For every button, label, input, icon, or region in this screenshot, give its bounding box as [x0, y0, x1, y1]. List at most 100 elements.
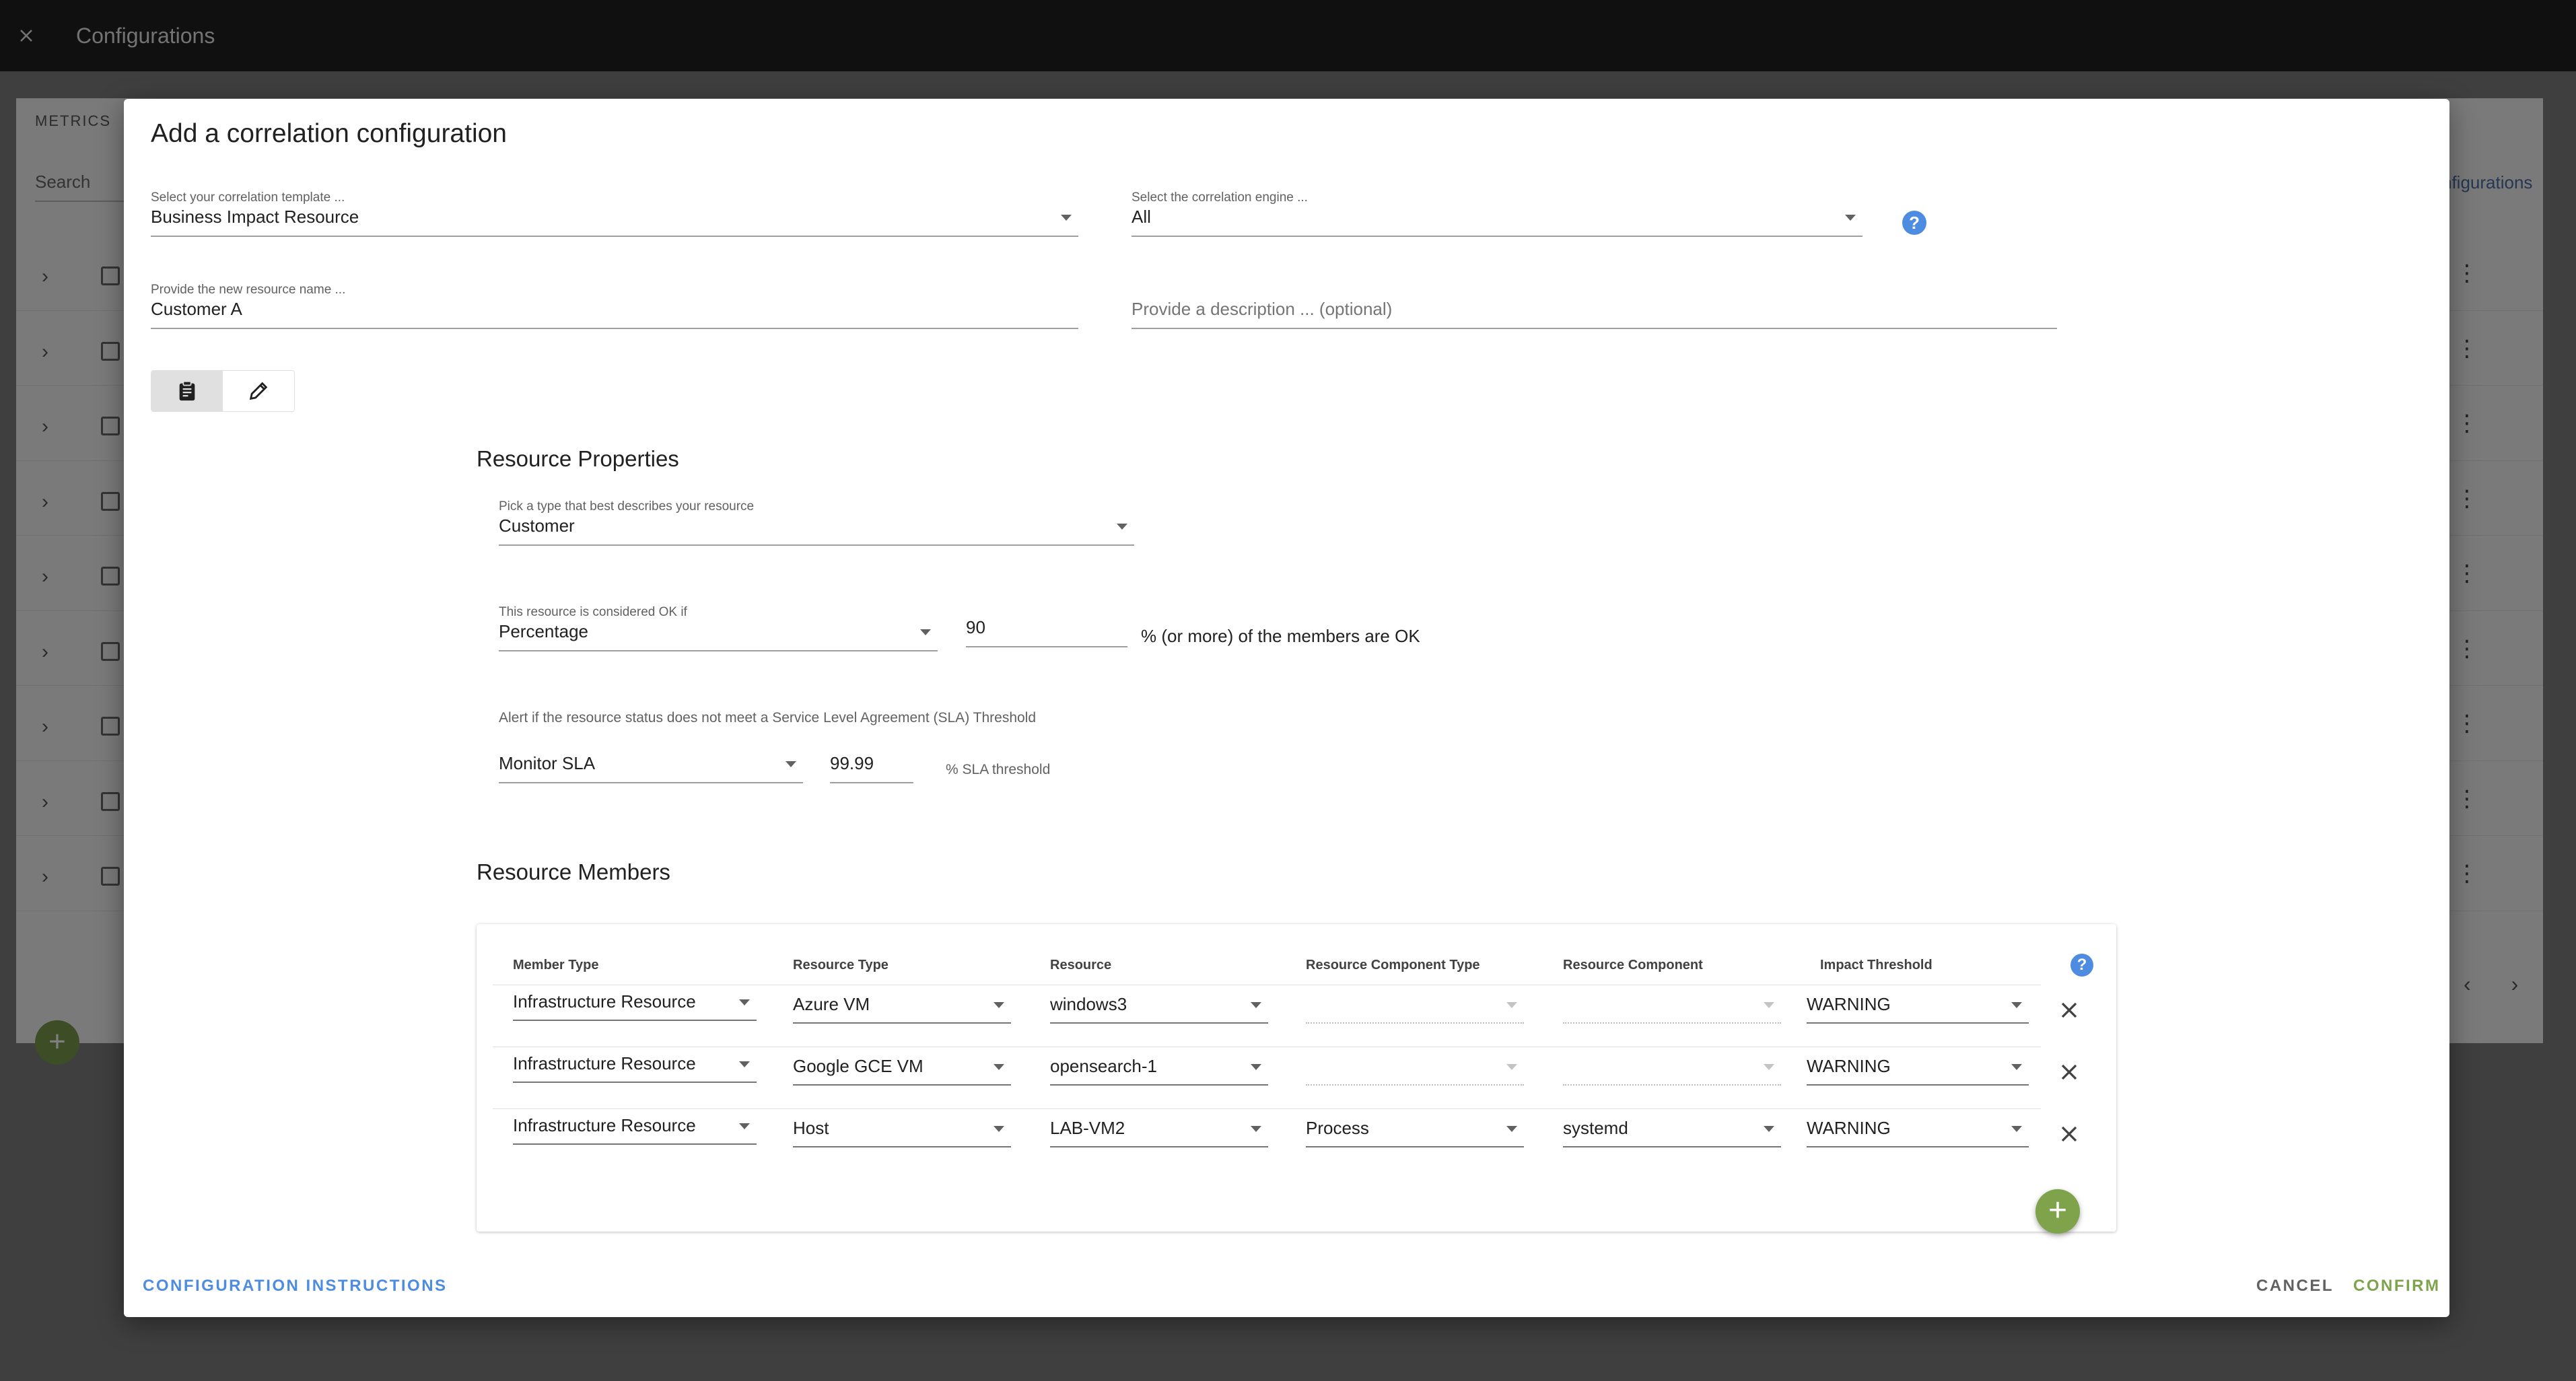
remove-member-icon[interactable] — [2056, 1121, 2083, 1147]
column-header: Resource Component Type — [1306, 958, 1480, 972]
chevron-down-icon — [1251, 1064, 1261, 1070]
pencil-icon — [249, 382, 268, 400]
sla-mode-value: Monitor SLA — [499, 753, 803, 783]
edit-view-button[interactable] — [223, 371, 294, 411]
impact-threshold-select[interactable]: WARNING — [1807, 1118, 2029, 1147]
cell-value: WARNING — [1807, 1118, 1891, 1138]
chevron-down-icon — [1506, 1126, 1517, 1132]
chevron-down-icon — [1764, 1126, 1774, 1132]
add-member-button[interactable]: + — [2035, 1189, 2080, 1234]
member-type-select[interactable]: Infrastructure Resource — [513, 991, 757, 1021]
chevron-down-icon — [2011, 1002, 2022, 1008]
chevron-down-icon — [1506, 1064, 1517, 1070]
description-placeholder: Provide a description ... (optional) — [1132, 299, 2057, 329]
cell-value: Azure VM — [793, 994, 870, 1014]
properties-title: Resource Properties — [477, 446, 679, 471]
members-title: Resource Members — [477, 859, 670, 884]
chevron-down-icon — [2011, 1064, 2022, 1070]
add-correlation-dialog: Add a correlation configuration Select y… — [124, 99, 2449, 1317]
impact-threshold-select[interactable]: WARNING — [1807, 1056, 2029, 1086]
member-type-select[interactable]: Infrastructure Resource — [513, 1115, 757, 1145]
resource-type-select[interactable]: Host — [793, 1118, 1011, 1147]
component-type-select[interactable] — [1306, 1056, 1524, 1086]
component-type-select[interactable] — [1306, 994, 1524, 1024]
cell-value: Infrastructure Resource — [513, 991, 696, 1012]
resource-name-value: Customer A — [151, 299, 1078, 329]
cell-value: Infrastructure Resource — [513, 1053, 696, 1073]
sla-note: Alert if the resource status does not me… — [499, 710, 1037, 725]
chevron-down-icon — [1764, 1064, 1774, 1070]
resource-type-select[interactable]: Pick a type that best describes your res… — [499, 499, 1134, 546]
component-select[interactable] — [1563, 1056, 1781, 1086]
cell-value: opensearch-1 — [1050, 1056, 1157, 1076]
chevron-down-icon — [1764, 1002, 1774, 1008]
component-select[interactable] — [1563, 994, 1781, 1024]
ok-threshold-input[interactable]: 90 — [966, 617, 1127, 647]
engine-select[interactable]: Select the correlation engine ... All — [1132, 190, 1863, 237]
column-header: Resource Type — [793, 958, 889, 972]
component-select[interactable]: systemd — [1563, 1118, 1781, 1147]
engine-value: All — [1132, 207, 1863, 237]
chevron-down-icon — [2011, 1126, 2022, 1132]
chevron-down-icon — [1117, 524, 1127, 530]
column-header: Member Type — [513, 958, 599, 972]
engine-help-icon[interactable]: ? — [1902, 211, 1926, 235]
cell-value: windows3 — [1050, 994, 1127, 1014]
remove-member-icon[interactable] — [2056, 1059, 2083, 1086]
cell-value: WARNING — [1807, 1056, 1891, 1076]
view-toggle — [151, 370, 295, 412]
cell-value: Process — [1306, 1118, 1369, 1138]
cell-value: WARNING — [1807, 994, 1891, 1014]
member-type-select[interactable]: Infrastructure Resource — [513, 1053, 757, 1083]
engine-label: Select the correlation engine ... — [1132, 190, 1308, 205]
chevron-down-icon — [1506, 1002, 1517, 1008]
ok-rule-select[interactable]: This resource is considered OK if Percen… — [499, 605, 938, 651]
chevron-down-icon — [920, 629, 931, 635]
resource-name-field[interactable]: Provide the new resource name ... Custom… — [151, 283, 1078, 329]
ok-threshold-value: 90 — [966, 617, 1127, 647]
form-view-button[interactable] — [151, 371, 223, 411]
template-label: Select your correlation template ... — [151, 190, 345, 205]
impact-threshold-select[interactable]: WARNING — [1807, 994, 2029, 1024]
cell-value: systemd — [1563, 1118, 1628, 1138]
sla-threshold-input[interactable]: 99.99 — [830, 753, 913, 783]
resource-type-select[interactable]: Azure VM — [793, 994, 1011, 1024]
component-type-select[interactable]: Process — [1306, 1118, 1524, 1147]
cell-value: Host — [793, 1118, 829, 1138]
chevron-down-icon — [786, 761, 796, 767]
sla-suffix: % SLA threshold — [946, 762, 1051, 777]
ok-rule-value: Percentage — [499, 621, 938, 651]
sla-threshold-value: 99.99 — [830, 753, 913, 783]
resource-select[interactable]: LAB-VM2 — [1050, 1118, 1268, 1147]
remove-member-icon[interactable] — [2056, 997, 2083, 1024]
sla-mode-select[interactable]: Monitor SLA — [499, 753, 803, 783]
template-select[interactable]: Select your correlation template ... Bus… — [151, 190, 1078, 237]
resource-type-value: Customer — [499, 516, 1134, 546]
chevron-down-icon — [1845, 215, 1856, 221]
column-header: Resource Component — [1563, 958, 1703, 972]
column-header: Resource — [1050, 958, 1112, 972]
chevron-down-icon — [1061, 215, 1072, 221]
chevron-down-icon — [994, 1002, 1004, 1008]
cell-value: LAB-VM2 — [1050, 1118, 1125, 1138]
impact-help-icon[interactable]: ? — [2070, 954, 2093, 977]
cancel-button[interactable]: CANCEL — [2256, 1277, 2334, 1296]
resource-select[interactable]: opensearch-1 — [1050, 1056, 1268, 1086]
clipboard-icon — [179, 380, 195, 401]
resource-select[interactable]: windows3 — [1050, 994, 1268, 1024]
cell-value: Google GCE VM — [793, 1056, 924, 1076]
column-header: Impact Threshold — [1820, 958, 1933, 972]
chevron-down-icon — [739, 1123, 750, 1129]
chevron-down-icon — [994, 1126, 1004, 1132]
chevron-down-icon — [1251, 1002, 1261, 1008]
resource-type-select[interactable]: Google GCE VM — [793, 1056, 1011, 1086]
row-divider — [493, 1108, 2041, 1109]
chevron-down-icon — [739, 1061, 750, 1067]
resource-type-label: Pick a type that best describes your res… — [499, 499, 755, 514]
configuration-instructions-button[interactable]: CONFIGURATION INSTRUCTIONS — [143, 1277, 448, 1296]
cell-value: Infrastructure Resource — [513, 1115, 696, 1135]
description-field[interactable]: Provide a description ... (optional) — [1132, 299, 2057, 329]
members-card: Member Type Resource Type Resource Resou… — [477, 924, 2116, 1232]
confirm-button[interactable]: CONFIRM — [2353, 1277, 2440, 1296]
chevron-down-icon — [994, 1064, 1004, 1070]
